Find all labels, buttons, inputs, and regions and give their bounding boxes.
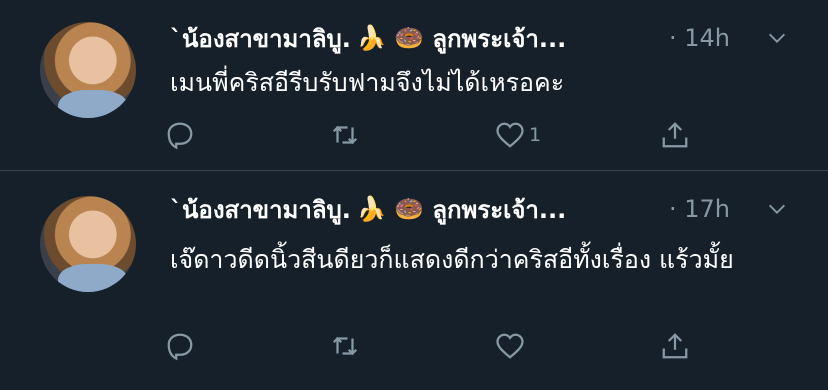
- tweet-actions: [165, 326, 705, 366]
- reply-button[interactable]: [165, 115, 195, 155]
- tweet-header: `น้องสาขามาลิบู. 🍌 🍩 ลูกพระเจ้า... · 17h: [170, 189, 788, 229]
- display-name-suffix[interactable]: ลูกพระเจ้า...: [432, 19, 566, 58]
- tweet-1[interactable]: `น้องสาขามาลิบู. 🍌 🍩 ลูกพระเจ้า... · 14h…: [0, 0, 828, 171]
- name-emoji: 🍌 🍩: [356, 195, 425, 223]
- reply-icon: [167, 333, 193, 361]
- tweet-text: เจ๊ดาวดีดนิ้วสีนดียวก็แสดงดีกว่าคริสอีทั…: [170, 245, 734, 274]
- retweet-icon: [332, 336, 358, 356]
- timestamp[interactable]: · 17h: [669, 189, 730, 229]
- reply-button[interactable]: [165, 326, 195, 366]
- retweet-button[interactable]: [330, 115, 360, 155]
- like-button[interactable]: 1: [495, 115, 541, 155]
- reply-icon: [167, 122, 193, 150]
- avatar[interactable]: [40, 22, 136, 118]
- heart-icon: [496, 333, 524, 359]
- display-name[interactable]: `น้องสาขามาลิบู.: [170, 19, 351, 58]
- tweet-2[interactable]: `น้องสาขามาลิบู. 🍌 🍩 ลูกพระเจ้า... · 17h…: [0, 171, 828, 390]
- retweet-icon: [332, 125, 358, 145]
- chevron-down-icon[interactable]: [766, 27, 788, 49]
- display-name-suffix[interactable]: ลูกพระเจ้า...: [432, 190, 566, 229]
- share-button[interactable]: [660, 326, 690, 366]
- name-emoji: 🍌 🍩: [356, 24, 425, 52]
- share-icon: [662, 122, 688, 148]
- like-button[interactable]: [495, 326, 529, 366]
- tweet-header: `น้องสาขามาลิบู. 🍌 🍩 ลูกพระเจ้า... · 14h: [170, 18, 788, 58]
- share-button[interactable]: [660, 115, 690, 155]
- display-name[interactable]: `น้องสาขามาลิบู.: [170, 190, 351, 229]
- heart-icon: [496, 122, 524, 148]
- tweet-actions: 1: [165, 115, 705, 155]
- timestamp[interactable]: · 14h: [669, 18, 730, 58]
- tweet-text: เมนพี่คริสอีรีบรับฟามจึงไม่ได้เหรอคะ: [170, 68, 565, 97]
- chevron-down-icon[interactable]: [766, 198, 788, 220]
- avatar[interactable]: [40, 196, 136, 292]
- like-count: 1: [529, 124, 542, 146]
- share-icon: [662, 333, 688, 359]
- retweet-button[interactable]: [330, 326, 360, 366]
